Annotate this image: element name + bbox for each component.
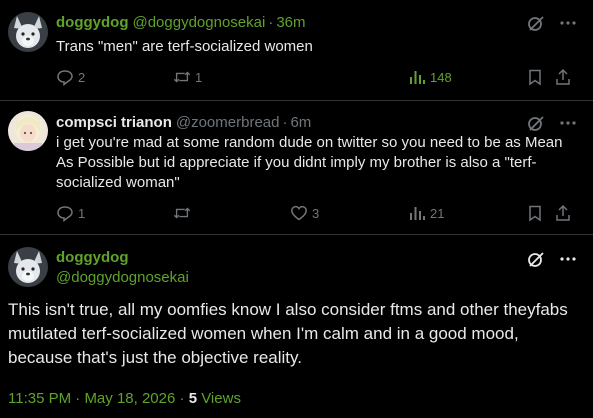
tweet-text: i get you're mad at some random dude on … [56, 134, 563, 191]
timestamp[interactable]: 36m [276, 14, 305, 31]
share-button[interactable] [554, 204, 572, 222]
timestamp[interactable]: 6m [290, 114, 311, 131]
more-icon[interactable] [558, 13, 578, 33]
tweet-2[interactable]: compsci trianon @zoomerbread · 6m i get … [0, 101, 593, 234]
bookmark-icon [526, 204, 544, 222]
separator: · [282, 114, 288, 131]
views-count: 21 [430, 205, 445, 221]
display-name[interactable]: doggydog [56, 249, 128, 266]
views-label: Views [201, 390, 241, 407]
handle[interactable]: @doggydognosekai [132, 14, 265, 31]
views-button[interactable]: 148 [408, 68, 452, 86]
bookmark-icon [526, 68, 544, 86]
main-tweet-text: This isn't true, all my oomfies know I a… [8, 300, 568, 367]
tweet-header: doggydog @doggydognosekai · 36m [56, 14, 306, 31]
post-date[interactable]: May 18, 2026 [84, 390, 175, 407]
action-bar: 1 3 21 [56, 204, 576, 224]
repost-button[interactable] [173, 204, 195, 222]
repost-button[interactable]: 1 [173, 68, 202, 86]
action-bar: 2 1 148 [56, 68, 576, 88]
views-icon [408, 68, 426, 86]
like-count: 3 [312, 205, 320, 221]
reply-count: 2 [78, 69, 86, 85]
views-icon [408, 204, 426, 222]
separator: · [179, 390, 189, 407]
grok-slash-icon[interactable] [526, 13, 546, 33]
tweet-text: Trans "men" are terf-socialized women [56, 38, 313, 55]
views-count: 148 [430, 69, 452, 85]
bookmark-button[interactable] [526, 204, 544, 222]
post-time[interactable]: 11:35 PM [8, 390, 71, 407]
views-button[interactable]: 21 [408, 204, 444, 222]
reply-count: 1 [78, 205, 86, 221]
share-icon [554, 204, 572, 222]
bookmark-button[interactable] [526, 68, 544, 86]
avatar[interactable] [8, 111, 48, 151]
display-name[interactable]: compsci trianon [56, 114, 172, 131]
tweet-top-icons [526, 113, 578, 133]
tweet-header: compsci trianon @zoomerbread · 6m [56, 114, 311, 131]
reply-icon [56, 68, 74, 86]
share-icon [554, 68, 572, 86]
repost-icon [173, 204, 191, 222]
views-count: 5 [188, 390, 198, 407]
reply-button[interactable]: 2 [56, 68, 85, 86]
tweet-top-icons [526, 13, 578, 33]
handle[interactable]: @zoomerbread [176, 114, 280, 131]
handle[interactable]: @doggydognosekai [56, 269, 189, 286]
tweet-top-icons [526, 249, 578, 269]
avatar[interactable] [8, 12, 48, 52]
grok-slash-icon[interactable] [526, 249, 546, 269]
tweet-1[interactable]: doggydog @doggydognosekai · 36m Trans "m… [0, 0, 593, 100]
like-icon [290, 204, 308, 222]
repost-count: 1 [195, 69, 203, 85]
like-button[interactable]: 3 [290, 204, 319, 222]
grok-slash-icon[interactable] [526, 113, 546, 133]
share-button[interactable] [554, 68, 572, 86]
reply-icon [56, 204, 74, 222]
more-icon[interactable] [558, 249, 578, 269]
repost-icon [173, 68, 191, 86]
more-icon[interactable] [558, 113, 578, 133]
separator: · [268, 14, 274, 31]
tweet-meta: 11:35 PM · May 18, 2026 · 5 Views [8, 390, 241, 407]
avatar[interactable] [8, 247, 48, 287]
reply-button[interactable]: 1 [56, 204, 85, 222]
display-name[interactable]: doggydog [56, 14, 128, 31]
